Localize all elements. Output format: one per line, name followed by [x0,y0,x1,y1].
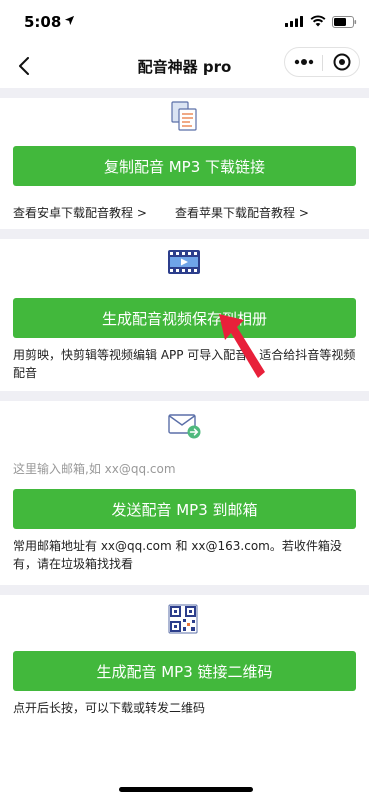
home-indicator [119,787,253,792]
qr-note: 点开后长按，可以下载或转发二维码 [13,701,206,715]
more-button[interactable] [285,48,322,76]
status-time: 5:08 [24,13,62,31]
section-divider [0,391,369,401]
video-note: 用剪映，快剪辑等视频编辑 APP 可导入配音，适合给抖音等视频配音 [13,348,356,380]
ios-tutorial-link[interactable]: 查看苹果下载配音教程 > [175,204,309,221]
section-divider [0,229,369,239]
mail-send-icon [168,414,201,439]
signal-icon [285,16,303,27]
more-dots-icon [294,59,313,65]
generate-video-button[interactable]: 生成配音视频保存到相册 [13,298,356,338]
qr-code-icon [168,604,198,634]
android-tutorial-link[interactable]: 查看安卓下载配音教程 > [13,204,147,221]
battery-icon [332,16,357,28]
generate-qr-button[interactable]: 生成配音 MP3 链接二维码 [13,651,356,691]
documents-icon [171,101,197,131]
nav-bar: 配音神器 pro [0,44,369,88]
wifi-icon [310,15,326,27]
film-strip-icon [168,250,200,274]
email-note: 常用邮箱地址有 xx@qq.com 和 xx@163.com。若收件箱没有，请在… [13,539,342,571]
section-divider [0,88,369,98]
send-to-email-button[interactable]: 发送配音 MP3 到邮箱 [13,489,356,529]
section-divider [0,585,369,595]
close-mini-program-button[interactable] [323,48,360,76]
mini-program-capsule [284,47,360,77]
location-arrow-icon [64,15,75,26]
close-circle-icon [333,53,350,71]
red-annotation-arrow [219,314,265,378]
copy-mp3-link-button[interactable]: 复制配音 MP3 下载链接 [13,146,356,186]
status-bar: 5:08 [0,0,369,44]
email-input[interactable] [13,455,356,483]
